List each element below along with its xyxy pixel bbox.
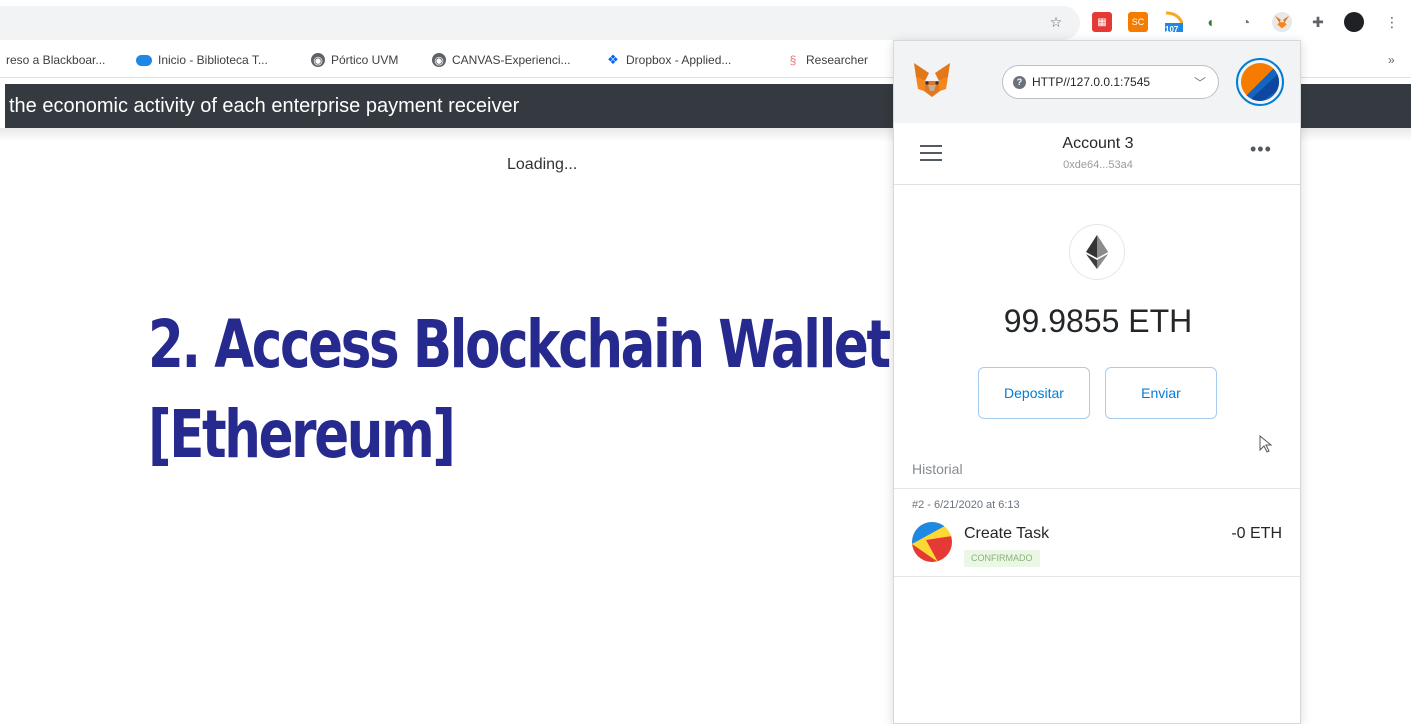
history-divider [894, 488, 1300, 489]
dropbox-icon: ❖ [607, 52, 619, 67]
browser-toolbar: ☆ ▦ SC 107 ◖ ◔ ✚ ⋮ [0, 0, 1411, 44]
account-address[interactable]: 0xde64...53a4 [894, 159, 1300, 171]
transaction-date: #2 - 6/21/2020 at 6:13 [912, 499, 1020, 511]
browser-window: ☆ ▦ SC 107 ◖ ◔ ✚ ⋮ reso a Blackboar... I… [0, 0, 1411, 724]
loading-text: Loading... [507, 156, 578, 173]
deposit-button[interactable]: Depositar [978, 367, 1090, 419]
extension-sc-icon[interactable]: SC [1128, 12, 1148, 32]
bookmark-canvas[interactable]: ◉ CANVAS-Experienci... [432, 53, 570, 67]
eth-balance: 99.9855 ETH [1003, 303, 1193, 339]
extensions-puzzle-icon[interactable]: ✚ [1308, 12, 1328, 32]
metamask-popup: ? HTTP//127.0.0.1:7545 ﹀ Account 3 0xde6… [893, 40, 1301, 724]
history-label: Historial [912, 461, 963, 477]
send-button[interactable]: Enviar [1105, 367, 1217, 419]
researcher-icon: § [789, 53, 797, 67]
network-status-icon: ? [1013, 75, 1026, 89]
account-avatar-button[interactable] [1236, 58, 1284, 106]
browser-menu-icon[interactable]: ⋮ [1382, 12, 1402, 32]
extension-gauge-icon[interactable]: ◔ [1236, 12, 1256, 32]
bookmark-blackboard[interactable]: reso a Blackboar... [6, 53, 105, 67]
bookmark-researcher[interactable]: § Researcher [786, 53, 868, 67]
account-identicon-icon [1241, 63, 1279, 101]
extension-green-icon[interactable]: ◖ [1200, 12, 1220, 32]
more-options-icon[interactable]: ••• [1250, 139, 1272, 160]
extension-feed-icon[interactable]: 107 [1164, 11, 1184, 34]
account-name[interactable]: Account 3 [894, 135, 1300, 153]
globe-icon: ◉ [432, 53, 446, 67]
transaction-title: Create Task [964, 525, 1050, 542]
globe-icon: ◉ [311, 53, 325, 67]
bookmark-portico-uvm[interactable]: ◉ Pórtico UVM [311, 53, 398, 67]
network-selector[interactable]: ? HTTP//127.0.0.1:7545 ﹀ [1002, 65, 1219, 99]
page-header-text: the economic activity of each enterprise… [9, 95, 520, 117]
ethereum-icon [1069, 224, 1125, 280]
metamask-header: ? HTTP//127.0.0.1:7545 ﹀ [894, 41, 1300, 123]
bookmark-biblioteca[interactable]: Inicio - Biblioteca T... [136, 53, 268, 67]
transaction-amount: -0 ETH [1231, 525, 1282, 542]
extension-red-icon[interactable]: ▦ [1092, 12, 1112, 32]
bookmark-dropbox[interactable]: ❖ Dropbox - Applied... [606, 52, 731, 67]
profile-avatar-icon[interactable] [1344, 12, 1364, 32]
transaction-divider [894, 576, 1300, 577]
bookmarks-overflow-icon[interactable]: » [1388, 53, 1395, 67]
extension-badge-count: 107 [1165, 25, 1179, 34]
transaction-status-badge: CONFIRMADO [964, 550, 1040, 567]
address-bar[interactable] [0, 6, 1080, 40]
account-bar: Account 3 0xde64...53a4 ••• [894, 123, 1300, 185]
transaction-identicon-icon [912, 522, 952, 562]
cloud-icon [136, 54, 152, 66]
network-label: HTTP//127.0.0.1:7545 [1032, 75, 1151, 89]
metamask-extension-icon[interactable] [1272, 12, 1292, 32]
slide-subtitle: [Ethereum] [148, 396, 456, 473]
star-icon[interactable]: ☆ [1046, 12, 1066, 32]
chevron-down-icon: ﹀ [1193, 76, 1206, 90]
slide-title: 2. Access Blockchain Wallet [148, 306, 891, 383]
mouse-cursor-icon [1259, 435, 1273, 453]
metamask-fox-icon[interactable] [912, 61, 952, 99]
